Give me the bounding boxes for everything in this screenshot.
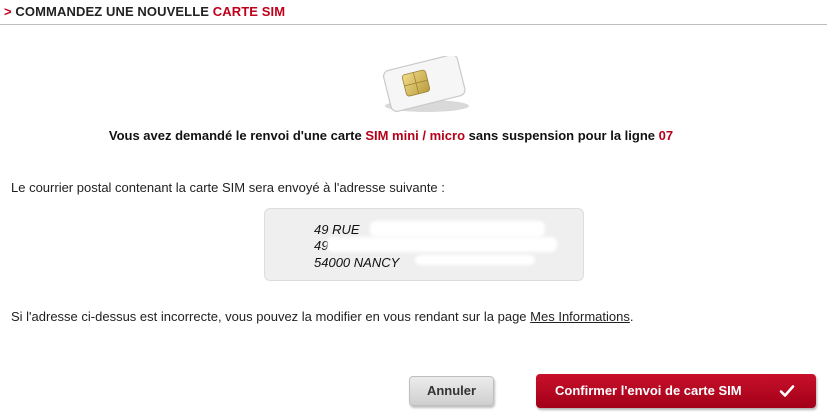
- checkmark-icon: [779, 385, 795, 397]
- redaction-mark: [370, 221, 545, 237]
- sim-type: SIM mini / micro: [365, 128, 466, 143]
- title-arrow: >: [4, 4, 12, 19]
- modify-text: Si l'adresse ci-dessus est incorrecte, v…: [11, 309, 527, 324]
- mes-informations-link[interactable]: Mes Informations: [530, 309, 630, 324]
- confirm-button[interactable]: Confirmer l'envoi de carte SIM: [536, 374, 816, 408]
- confirm-button-label: Confirmer l'envoi de carte SIM: [555, 383, 742, 398]
- redaction-mark: [415, 255, 535, 265]
- section-header: > COMMANDEZ UNE NOUVELLE CARTE SIM: [0, 0, 827, 25]
- address-box: 49 RUE 49 54000 NANCY: [264, 208, 584, 281]
- address-line-3: 54000 NANCY: [314, 255, 400, 270]
- modify-end: .: [629, 309, 634, 324]
- headline-middle: sans suspension pour la ligne: [468, 128, 656, 143]
- page-title: > COMMANDEZ UNE NOUVELLE CARTE SIM: [4, 4, 285, 19]
- headline-prefix: Vous avez demandé le renvoi d'une carte: [108, 128, 362, 143]
- cancel-button[interactable]: Annuler: [409, 376, 494, 406]
- address-line-1: 49 RUE: [314, 222, 360, 237]
- sim-card-icon: [382, 56, 469, 112]
- request-headline: Vous avez demandé le renvoi d'une carte …: [0, 128, 782, 143]
- modify-address-note: Si l'adresse ci-dessus est incorrecte, v…: [11, 309, 633, 324]
- title-accent: CARTE SIM: [212, 4, 286, 19]
- line-number: 07: [658, 128, 674, 143]
- redaction-mark: [327, 237, 557, 252]
- title-text: COMMANDEZ UNE NOUVELLE: [15, 4, 210, 19]
- address-intro: Le courrier postal contenant la carte SI…: [11, 180, 445, 195]
